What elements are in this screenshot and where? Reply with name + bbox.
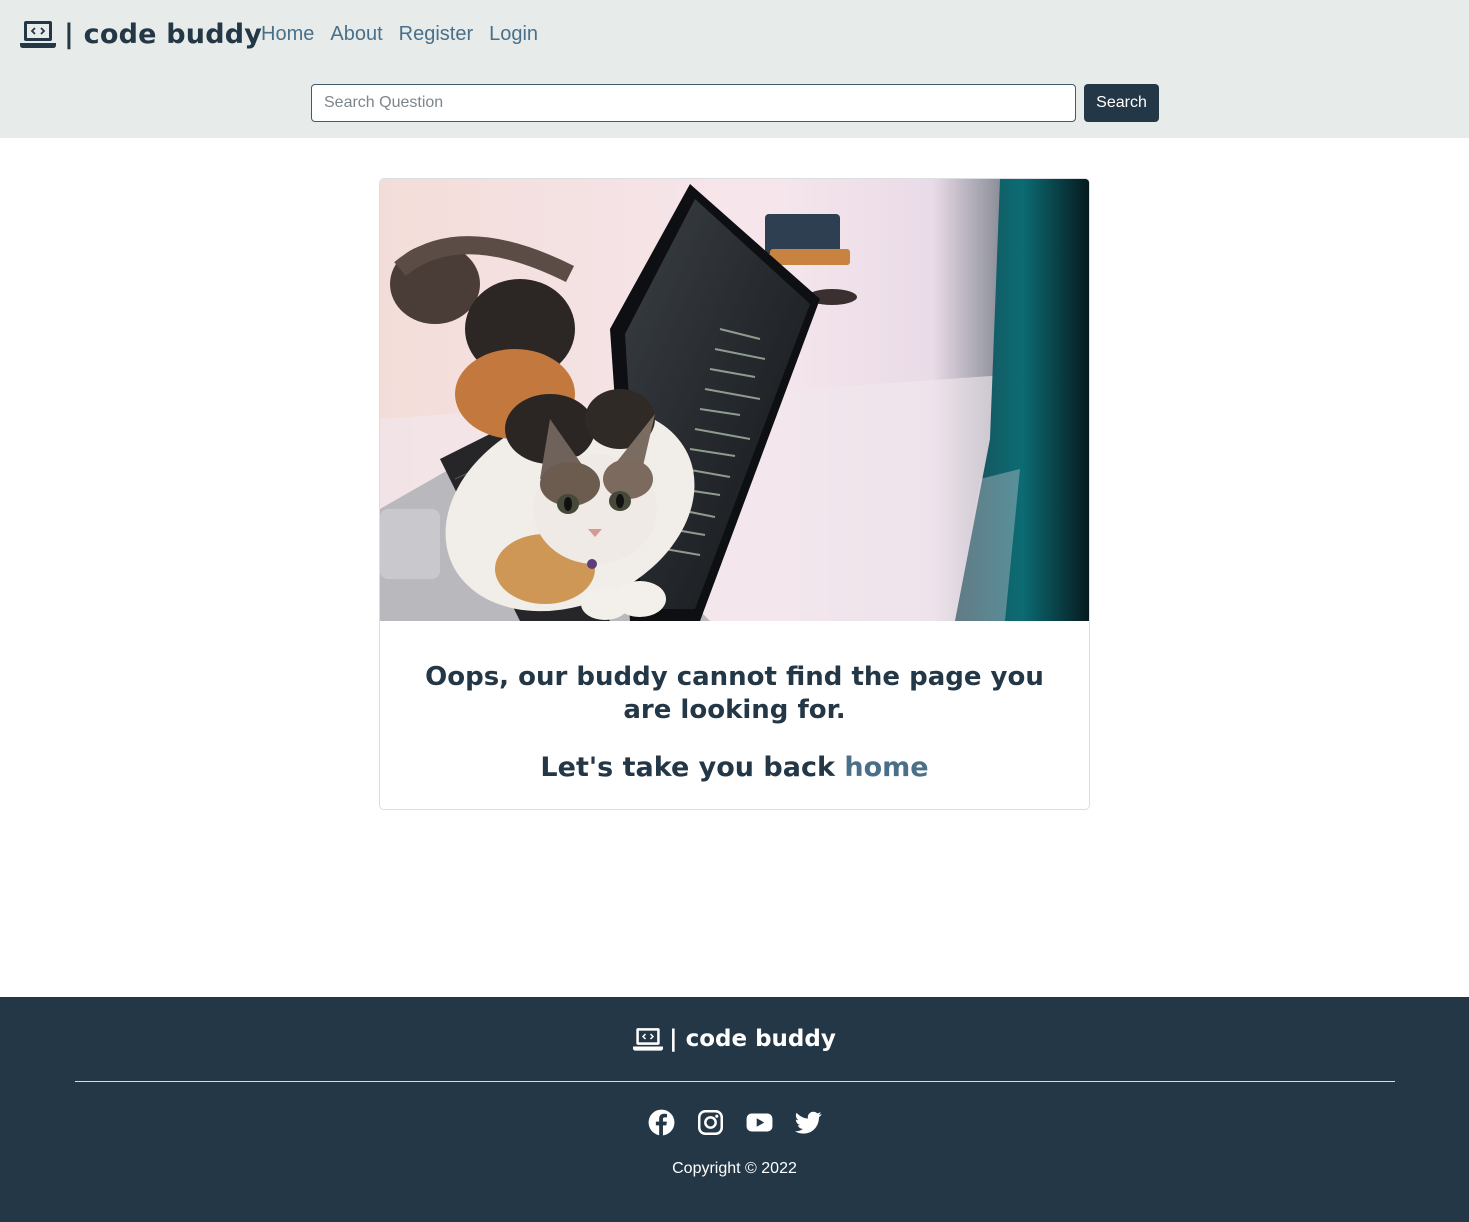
not-found-card: Oops, our buddy cannot find the page you… <box>379 178 1090 810</box>
brand-logo-link[interactable]: | code buddy <box>20 14 262 54</box>
nav-link-login[interactable]: Login <box>489 23 538 46</box>
cat-on-laptop-photo <box>380 179 1089 621</box>
main-nav: Home About Register Login <box>261 20 554 48</box>
laptop-code-icon <box>20 21 56 48</box>
youtube-icon[interactable] <box>746 1109 773 1136</box>
nav-link-home[interactable]: Home <box>261 23 314 46</box>
twitter-icon[interactable] <box>794 1109 822 1136</box>
copyright-text: Copyright © 2022 <box>672 1160 797 1177</box>
search-button[interactable]: Search <box>1084 84 1159 122</box>
home-link[interactable]: home <box>844 752 928 783</box>
not-found-message: Oops, our buddy cannot find the page you… <box>425 662 1044 725</box>
laptop-code-icon <box>633 1028 664 1051</box>
nav-link-register[interactable]: Register <box>399 23 473 46</box>
site-header: | code buddy Home About Register Login S… <box>0 0 1469 138</box>
back-home-prefix: Let's take you back <box>540 752 845 783</box>
brand-name: | code buddy <box>64 18 263 50</box>
back-home-line: Let's take you back home <box>380 751 1089 785</box>
instagram-icon[interactable] <box>697 1109 724 1136</box>
footer-brand-name: | code buddy <box>669 1026 836 1052</box>
footer-divider <box>75 1081 1395 1082</box>
footer-brand: | code buddy <box>0 1023 1469 1055</box>
not-found-body: Oops, our buddy cannot find the page you… <box>380 621 1089 809</box>
search-input[interactable] <box>311 84 1076 122</box>
social-links <box>0 1109 1469 1137</box>
site-footer: | code buddy Copyright © 2022 <box>0 997 1469 1222</box>
facebook-icon[interactable] <box>648 1109 675 1136</box>
nav-link-about[interactable]: About <box>330 23 382 46</box>
